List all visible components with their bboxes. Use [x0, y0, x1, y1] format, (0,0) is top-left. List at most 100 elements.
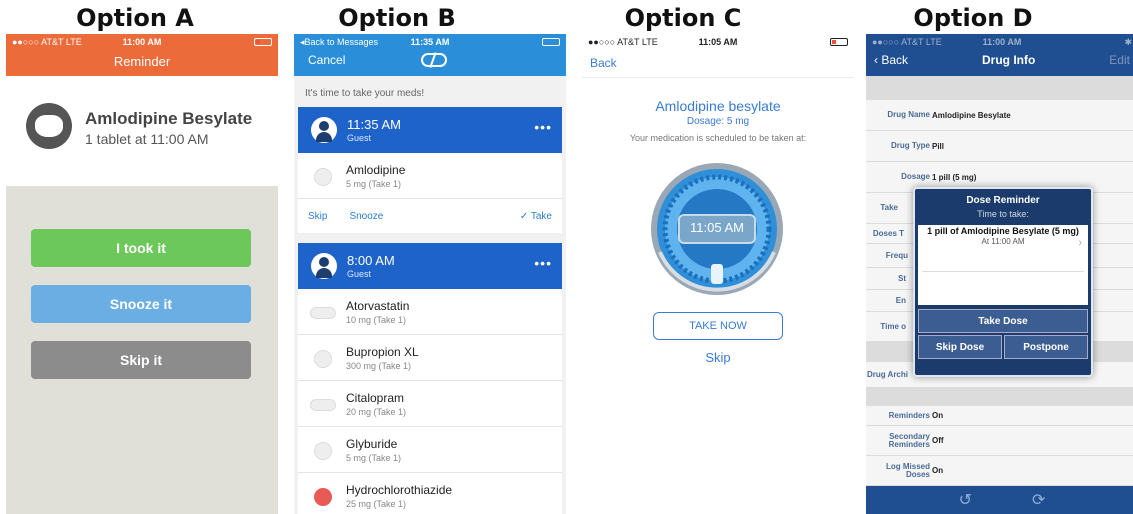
history-icon[interactable]: ↺	[959, 490, 972, 510]
list-item[interactable]: Amlodipine 5 mg (Take 1)	[298, 153, 562, 199]
pill-dispenser-icon: 11:05 AM	[648, 160, 786, 298]
dose-reminder-dialog: Dose Reminder Time to take: 1 pill of Am…	[913, 187, 1093, 377]
more-options-icon[interactable]: •••	[534, 255, 552, 271]
list-item[interactable]: Citalopram 20 mg (Take 1)	[298, 381, 562, 427]
comparison-figure: Option A Option B Option C Option D ●●○○…	[0, 0, 1133, 514]
dose-time: 11:35 AM	[347, 117, 401, 132]
field-label: Reminders	[888, 410, 930, 420]
nav-title: Reminder	[113, 54, 171, 69]
snooze-button[interactable]: Snooze	[349, 211, 383, 222]
section-spacer	[866, 76, 1133, 100]
header-bar: ●●○○○ AT&T LTE 11:00 AM ✱ ‹ Back Drug In…	[866, 34, 1133, 76]
field-label: Dosage	[901, 172, 930, 181]
field-value: Pill	[932, 141, 945, 151]
pill-oval-icon	[310, 399, 336, 411]
drug-dosage: Dosage: 5 mg	[686, 116, 750, 127]
header-bar: ●●○○○ AT&T LTE 11:00 AM Reminder	[6, 34, 278, 76]
skip-it-button[interactable]: Skip it	[31, 341, 251, 379]
chevron-right-icon: ›	[1078, 237, 1082, 249]
header-bar: ◂Back to Messages 11:35 AM Cancel	[294, 34, 566, 76]
skip-dose-button[interactable]: Skip Dose	[918, 335, 1002, 359]
status-bar: ●●○○○ AT&T LTE 11:00 AM	[6, 34, 278, 50]
pill-logo-icon	[420, 53, 447, 67]
edit-button[interactable]: Edit	[1109, 53, 1130, 67]
field-label: Take	[880, 203, 898, 212]
field-value: 1 pill (5 mg)	[932, 172, 977, 182]
field-label: Time o	[880, 321, 906, 331]
list-item[interactable]: Hydrochlorothiazide 25 mg (Take 1)	[298, 473, 562, 514]
pill-round-icon	[314, 168, 332, 186]
back-button[interactable]: Back	[582, 50, 854, 78]
user-avatar-icon	[311, 117, 337, 143]
pill-icon	[26, 103, 72, 149]
back-label: Back	[881, 53, 909, 67]
field-value: Off	[932, 436, 944, 445]
med-dose: 20 mg (Take 1)	[346, 407, 407, 417]
field-label: Drug Archi	[866, 369, 908, 379]
field-value: On	[932, 466, 944, 475]
med-name: Amlodipine	[346, 163, 406, 177]
dialog-subtitle: Time to take:	[977, 209, 1029, 219]
take-now-button[interactable]: TAKE NOW	[653, 312, 783, 340]
dialog-title: Dose Reminder	[966, 195, 1040, 206]
back-button[interactable]: ‹ Back	[874, 53, 908, 67]
field-row[interactable]: Log Missed Doses On	[866, 456, 1133, 486]
med-name: Glyburide	[346, 437, 398, 451]
med-name: Hydrochlorothiazide	[346, 483, 453, 497]
dose-user: Guest	[347, 133, 372, 143]
field-label: Log Missed Doses	[885, 461, 930, 479]
drug-name: Amlodipine besylate	[655, 98, 781, 114]
dose-card-1: 11:35 AM Guest ••• Amlodipine 5 mg (Take…	[298, 107, 562, 233]
drug-schedule: 1 tablet at 11:00 AM	[85, 131, 209, 147]
field-label: Doses T	[872, 228, 904, 238]
med-dose: 5 mg (Take 1)	[346, 453, 402, 463]
pill-round-icon	[314, 442, 332, 460]
cancel-button[interactable]: Cancel	[308, 53, 345, 67]
dose-actions: Skip Snooze ✓ Take	[298, 199, 562, 233]
option-d-title: Option D	[913, 4, 1033, 32]
snooze-it-button[interactable]: Snooze it	[31, 285, 251, 323]
status-time: 11:00 AM	[122, 37, 162, 47]
take-button[interactable]: ✓ Take	[520, 211, 552, 222]
section-spacer	[866, 388, 1133, 406]
med-dose: 300 mg (Take 1)	[346, 361, 412, 371]
refresh-icon[interactable]: ⟳	[1032, 490, 1045, 510]
option-c-title: Option C	[624, 4, 742, 32]
field-row[interactable]: Drug Type Pill	[866, 131, 1133, 162]
dialog-body[interactable]: 1 pill of Amlodipine Besylate (5 mg) At …	[918, 225, 1088, 305]
status-bar: ●●○○○ AT&T LTE 11:05 AM	[582, 34, 854, 50]
battery-icon	[830, 38, 848, 46]
page-title: Drug Info	[982, 53, 1036, 67]
more-options-icon[interactable]: •••	[534, 119, 552, 135]
med-name: Bupropion XL	[346, 345, 419, 359]
list-item[interactable]: Atorvastatin 10 mg (Take 1)	[298, 289, 562, 335]
field-value: On	[932, 411, 944, 420]
pill-red-icon	[314, 488, 332, 506]
postpone-button[interactable]: Postpone	[1004, 335, 1088, 359]
list-item[interactable]: Glyburide 5 mg (Take 1)	[298, 427, 562, 473]
dispenser-time: 11:05 AM	[690, 220, 744, 235]
skip-button[interactable]: Skip	[308, 211, 327, 222]
bottom-toolbar: ↺ ⟳	[866, 486, 1133, 514]
list-item[interactable]: Bupropion XL 300 mg (Take 1)	[298, 335, 562, 381]
option-a-title: Option A	[76, 4, 194, 32]
field-label: Drug Type	[891, 141, 930, 150]
dose-user: Guest	[347, 269, 372, 279]
skip-button[interactable]: Skip	[582, 350, 854, 365]
option-b-screen: ◂Back to Messages 11:35 AM Cancel It's t…	[294, 34, 566, 514]
field-label: St	[898, 273, 906, 283]
field-label: En	[895, 295, 906, 305]
took-it-button[interactable]: I took it	[31, 229, 251, 267]
field-row[interactable]: Reminders On	[866, 406, 1133, 426]
status-bar: ●●○○○ AT&T LTE 11:00 AM ✱	[866, 34, 1133, 50]
field-label: Drug Name	[887, 110, 930, 119]
field-row[interactable]: Drug Name Amlodipine Besylate	[866, 100, 1133, 131]
med-name: Atorvastatin	[346, 299, 410, 313]
battery-icon	[254, 38, 272, 46]
field-row[interactable]: Secondary Reminders Off	[866, 426, 1133, 456]
take-dose-button[interactable]: Take Dose	[918, 309, 1088, 333]
battery-icon	[542, 38, 560, 46]
dose-card-header: 11:35 AM Guest •••	[298, 107, 562, 153]
status-time: 11:00 AM	[982, 37, 1022, 47]
pill-oval-icon	[310, 307, 336, 319]
